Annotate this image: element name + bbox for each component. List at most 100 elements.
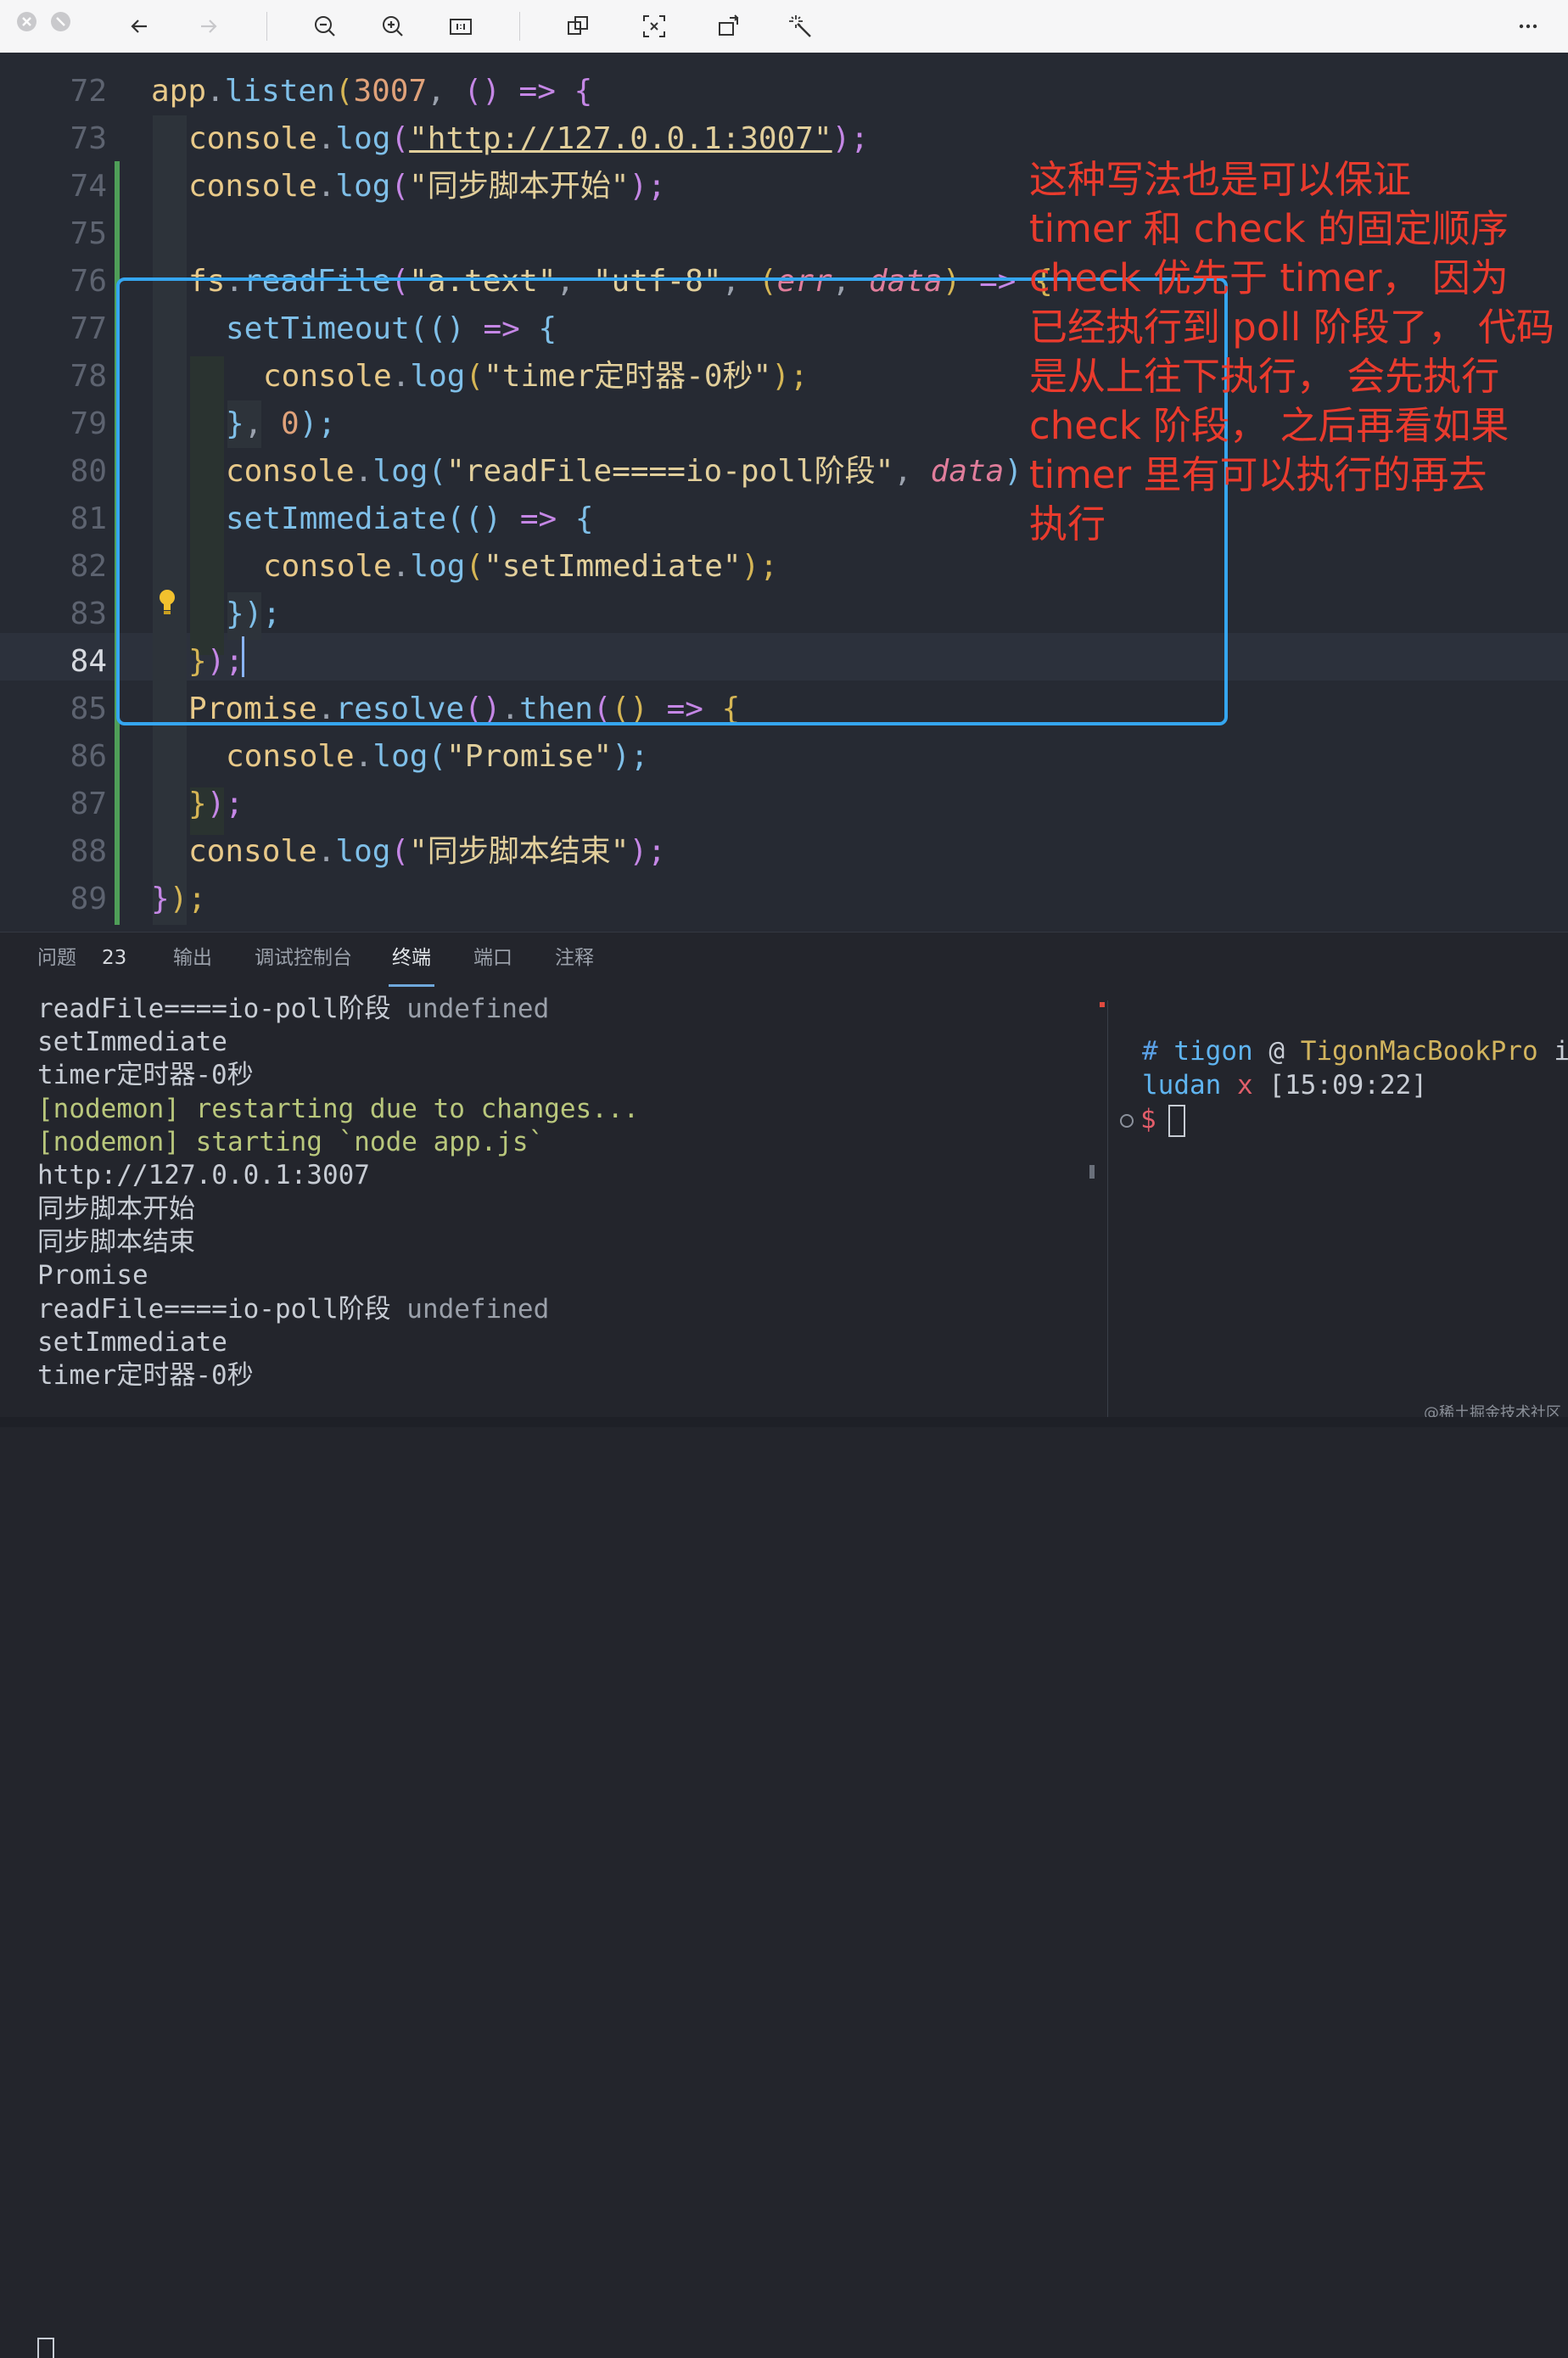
- prompt-line: # tigon @ TigonMacBookPro i: [1142, 1034, 1568, 1068]
- code-line-88[interactable]: console.log("同步脚本结束");: [188, 828, 666, 876]
- line-number: 87: [70, 787, 107, 821]
- code-editor[interactable]: 72 73 74 75 76 77 78 79 80 81 82 83 84 8…: [0, 53, 1568, 932]
- prompt-at: @: [1268, 1036, 1285, 1067]
- code-token: 3007: [353, 74, 428, 109]
- line-number: 82: [70, 549, 107, 584]
- tab-comments[interactable]: 注释: [555, 933, 594, 983]
- code-token: (): [463, 74, 501, 109]
- code-token: }: [151, 882, 170, 916]
- tab-debug-console[interactable]: 调试控制台: [255, 933, 352, 983]
- code-token: log: [335, 834, 391, 869]
- line-number: 78: [70, 359, 107, 394]
- rotate-icon[interactable]: [708, 5, 750, 48]
- code-token: );: [629, 169, 666, 204]
- terminal-cursor: [1168, 1104, 1185, 1137]
- viewer-toolbar: [0, 0, 1568, 53]
- tab-ports[interactable]: 端口: [473, 933, 512, 983]
- actual-size-icon[interactable]: [440, 5, 482, 48]
- terminal-line: timer定时器-0秒: [37, 1360, 254, 1391]
- terminal-line: setImmediate: [37, 1027, 227, 1057]
- prompt-dollar: $: [1140, 1104, 1156, 1134]
- scan-text-icon[interactable]: [633, 5, 675, 48]
- terminal-line: 同步脚本结束: [37, 1227, 195, 1257]
- minimize-icon[interactable]: [51, 12, 70, 31]
- annotation-line: 这种写法也是可以保证: [1029, 157, 1412, 202]
- terminal-line: timer定时器-0秒: [37, 1060, 254, 1090]
- forward-icon[interactable]: [187, 5, 229, 48]
- code-token: log: [335, 169, 391, 204]
- toolbar-separator: [519, 12, 520, 41]
- code-line-87[interactable]: });: [188, 781, 244, 828]
- code-token: );: [206, 787, 244, 821]
- scrollbar-thumb[interactable]: [1089, 1165, 1095, 1179]
- close-icon[interactable]: [17, 12, 36, 31]
- code-line-86[interactable]: console.log("Promise");: [226, 733, 649, 781]
- terminal-line: setImmediate: [37, 1327, 227, 1358]
- tab-problems[interactable]: 问题: [37, 933, 76, 983]
- back-icon[interactable]: [119, 5, 161, 48]
- line-number: 85: [70, 692, 107, 726]
- tab-output[interactable]: 输出: [173, 933, 212, 983]
- code-line-74[interactable]: console.log("同步脚本开始");: [188, 163, 666, 210]
- bottom-strip: [0, 1417, 1568, 1427]
- annotation-line: 执行: [1029, 501, 1106, 546]
- line-number: 75: [70, 216, 107, 251]
- code-line-72[interactable]: app.listen(3007, () => {: [151, 68, 592, 115]
- magic-wand-icon[interactable]: [781, 5, 823, 48]
- code-line-73[interactable]: console.log("http://127.0.0.1:3007");: [188, 115, 869, 163]
- terminal-text: readFile====io-poll阶段: [37, 994, 407, 1024]
- code-token: .: [206, 74, 225, 109]
- bottom-panel: 问题 23 输出 调试控制台 终端 端口 注释 readFile====io-p…: [0, 932, 1568, 2358]
- code-token: =>: [500, 74, 574, 109]
- line-number: 88: [70, 834, 107, 869]
- code-token: {: [574, 74, 593, 109]
- code-token: }: [188, 787, 207, 821]
- code-token: console: [188, 834, 317, 869]
- code-token: (: [334, 74, 354, 109]
- status-dot: [1100, 1002, 1105, 1007]
- annotation-line: timer 里有可以执行的再去: [1029, 452, 1487, 497]
- terminal-text: undefined: [406, 1294, 550, 1325]
- line-number: 83: [70, 597, 107, 631]
- code-token: (: [390, 169, 410, 204]
- code-token: .: [316, 121, 336, 156]
- prompt-user: tigon: [1173, 1036, 1253, 1067]
- terminal-line: readFile====io-poll阶段 undefined: [37, 992, 549, 1026]
- prompt-host-tail: i: [1554, 1036, 1568, 1067]
- tab-terminal[interactable]: 终端: [389, 933, 434, 987]
- code-token: app: [151, 74, 207, 109]
- zoom-out-icon[interactable]: [304, 5, 346, 48]
- code-token: (: [428, 739, 447, 774]
- line-number: 76: [70, 264, 107, 299]
- code-line-89[interactable]: });: [151, 876, 206, 923]
- prompt-status: x: [1237, 1070, 1253, 1101]
- code-token: console: [188, 169, 317, 204]
- terminal-right[interactable]: # tigon @ TigonMacBookPro i ludan x [15:…: [1108, 1000, 1568, 1425]
- code-token: "同步脚本开始": [409, 169, 630, 204]
- code-token: .: [354, 739, 373, 774]
- line-number: 74: [70, 169, 107, 204]
- toolbar-separator: [266, 12, 267, 41]
- prompt-host: TigonMacBookPro: [1300, 1036, 1538, 1067]
- translate-icon[interactable]: [557, 5, 599, 48]
- terminal-line: Promise: [37, 1260, 148, 1291]
- line-number-active: 84: [70, 644, 107, 679]
- circle-icon: [1120, 1113, 1134, 1128]
- zoom-in-icon[interactable]: [372, 5, 414, 48]
- code-token: log: [372, 739, 428, 774]
- code-token: .: [316, 834, 336, 869]
- code-token: );: [612, 739, 649, 774]
- prompt-input-line[interactable]: $: [1120, 1102, 1185, 1137]
- terminal-left[interactable]: readFile====io-poll阶段 undefined setImmed…: [0, 992, 1107, 1425]
- code-token: "同步脚本结束": [409, 834, 630, 869]
- annotation-line: 是从上往下执行， 会先执行: [1029, 354, 1500, 399]
- code-token: );: [169, 882, 207, 916]
- line-number: 73: [70, 121, 107, 156]
- code-token: );: [629, 834, 666, 869]
- terminal-line: [nodemon] starting `node app.js`: [37, 1127, 545, 1157]
- code-token: (: [390, 121, 410, 156]
- code-token: );: [832, 121, 869, 156]
- prompt-dir: ludan: [1142, 1070, 1222, 1101]
- annotation-line: check 阶段， 之后再看如果: [1029, 403, 1509, 448]
- more-icon[interactable]: [1507, 5, 1549, 48]
